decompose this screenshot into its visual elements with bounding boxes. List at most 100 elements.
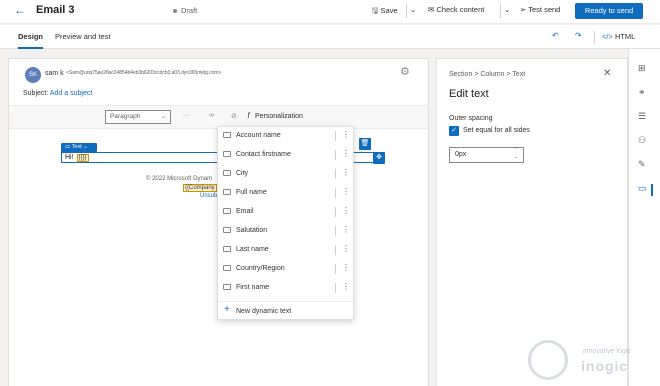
page-title: Email 3 bbox=[36, 4, 75, 16]
more-vertical-icon[interactable]: ⋮ bbox=[342, 263, 350, 272]
spacing-input[interactable]: 0px bbox=[449, 147, 524, 163]
divider bbox=[335, 283, 336, 293]
link-icon[interactable]: ∞ bbox=[209, 112, 214, 119]
text-block-chip[interactable]: ▭ Text ⌄ bbox=[61, 143, 97, 152]
list-item[interactable]: Country/Region ⋮ bbox=[218, 260, 355, 279]
divider bbox=[335, 169, 336, 179]
divider bbox=[335, 150, 336, 160]
list-item-label: First name bbox=[236, 284, 270, 291]
watermark-brand: inogic bbox=[581, 358, 629, 374]
undo-icon[interactable]: ↶ bbox=[552, 31, 559, 40]
list-item[interactable]: Account name ⋮ bbox=[218, 127, 355, 146]
close-icon[interactable]: ✕ bbox=[603, 68, 611, 79]
sender-email: <Sam@unq75ae28ac24854b4eb3b6203ccdcb3.a0… bbox=[66, 70, 222, 76]
more-vertical-icon[interactable]: ⋮ bbox=[342, 168, 350, 177]
code-icon: </> bbox=[602, 32, 615, 41]
check-content-chevron-icon[interactable]: ⌄ bbox=[504, 5, 510, 14]
save-button[interactable]: 🖫 Save bbox=[372, 5, 398, 18]
list-item[interactable]: Full name ⋮ bbox=[218, 184, 355, 203]
delete-icon[interactable]: 🗑 bbox=[359, 138, 371, 150]
list-item-label: Contact firstname bbox=[236, 151, 291, 158]
dynamic-token[interactable]: {{}} bbox=[76, 154, 89, 162]
divider bbox=[500, 4, 501, 18]
top-bar: ← Email 3 Draft 🖫 Save ⌄ ✉ Check content… bbox=[0, 0, 660, 24]
divider bbox=[335, 226, 336, 236]
list-item[interactable]: Last name ⋮ bbox=[218, 241, 355, 260]
more-vertical-icon[interactable]: ⋮ bbox=[342, 244, 350, 253]
breadcrumb[interactable]: Section > Column > Text bbox=[449, 71, 525, 78]
unlink-icon[interactable]: ⊘ bbox=[231, 112, 237, 120]
brush-icon[interactable]: ✎ bbox=[638, 159, 646, 170]
list-item-label: City bbox=[236, 170, 249, 177]
personalization-button[interactable]: Personalization bbox=[255, 113, 303, 120]
sender-name[interactable]: sam k bbox=[45, 70, 64, 77]
redo-icon[interactable]: ↷ bbox=[575, 31, 582, 40]
personalization-dropdown: Account name ⋮ Contact firstname ⋮ City ⋮ F… bbox=[217, 126, 355, 320]
more-vertical-icon[interactable]: ⋮ bbox=[342, 225, 350, 234]
field-icon bbox=[223, 170, 231, 176]
set-equal-checkbox[interactable]: ✓ bbox=[449, 126, 459, 136]
chevron-up-icon[interactable]: ⌃ bbox=[514, 147, 518, 154]
personalization-icon: ƒ bbox=[247, 112, 251, 119]
list-item-label: Last name bbox=[236, 246, 269, 253]
more-vertical-icon[interactable]: ⋮ bbox=[342, 206, 350, 215]
properties-panel: Section > Column > Text ✕ Edit text Oute… bbox=[436, 58, 628, 386]
spin-button[interactable]: ⌃ ⌄ bbox=[514, 147, 518, 161]
tab-preview[interactable]: Preview and test bbox=[55, 32, 110, 41]
hi-text: Hi! bbox=[65, 154, 74, 161]
more-icon[interactable]: ··· bbox=[183, 112, 190, 119]
list-item-label: Full name bbox=[236, 189, 267, 196]
divider bbox=[335, 207, 336, 217]
divider bbox=[335, 188, 336, 198]
list-item[interactable]: Contact firstname ⋮ bbox=[218, 146, 355, 165]
save-label: Save bbox=[380, 6, 398, 15]
set-equal-label[interactable]: Set equal for all sides bbox=[463, 127, 530, 134]
new-dynamic-text-button[interactable]: + New dynamic text bbox=[218, 301, 355, 320]
add-subject-link[interactable]: Add a subject bbox=[50, 90, 92, 97]
text-block-content[interactable]: Hi! {{}} bbox=[64, 154, 89, 162]
gear-icon[interactable]: ⚙ bbox=[400, 65, 410, 78]
divider bbox=[335, 264, 336, 274]
list-item[interactable]: First name ⋮ bbox=[218, 279, 355, 298]
tab-design[interactable]: Design bbox=[18, 32, 44, 49]
text-properties-icon[interactable]: ▭ bbox=[638, 183, 647, 194]
html-button[interactable]: </> HTML bbox=[602, 32, 635, 41]
active-indicator bbox=[651, 184, 653, 196]
status-text: Draft bbox=[181, 6, 198, 15]
more-vertical-icon[interactable]: ⋮ bbox=[342, 149, 350, 158]
chevron-down-icon: ⌄ bbox=[160, 114, 166, 120]
text-chip-icon: ▭ bbox=[65, 144, 72, 150]
more-vertical-icon[interactable]: ⋮ bbox=[342, 282, 350, 291]
list-item[interactable]: Salutation ⋮ bbox=[218, 222, 355, 241]
plus-icon: + bbox=[224, 304, 230, 315]
panel-title: Edit text bbox=[449, 88, 489, 100]
field-icon bbox=[223, 246, 231, 252]
checkmark-icon: ✓ bbox=[451, 127, 457, 134]
add-element-icon[interactable]: ⊞ bbox=[638, 63, 646, 74]
field-icon bbox=[223, 132, 231, 138]
check-content-button[interactable]: ✉ Check content bbox=[428, 5, 484, 14]
back-arrow-icon[interactable]: ← bbox=[14, 3, 26, 17]
subject-line: Subject: Add a subject bbox=[23, 90, 92, 97]
footer-copyright: © 2022 Microsoft Dynam bbox=[146, 176, 213, 182]
test-send-button[interactable]: ➢ Test send bbox=[520, 5, 560, 14]
watermark-tagline: innovative logic bbox=[583, 348, 631, 355]
list-item-label: Country/Region bbox=[236, 265, 285, 272]
footer-company-token: {{Company bbox=[183, 184, 217, 192]
right-rail: ⊞ ⚭ ☰ ⚇ ✎ ▭ bbox=[628, 49, 660, 386]
avatar: SK bbox=[25, 67, 41, 83]
send-icon: ➢ bbox=[520, 5, 529, 14]
more-vertical-icon[interactable]: ⋮ bbox=[342, 187, 350, 196]
status-dot-icon bbox=[173, 9, 177, 14]
save-dropdown-chevron-icon[interactable]: ⌄ bbox=[410, 5, 416, 14]
ready-to-send-button[interactable]: Ready to send bbox=[575, 3, 643, 19]
move-icon[interactable]: ✥ bbox=[373, 152, 385, 164]
branch-icon[interactable]: ⚭ bbox=[638, 87, 646, 98]
more-vertical-icon[interactable]: ⋮ bbox=[342, 130, 350, 139]
chevron-down-icon[interactable]: ⌄ bbox=[514, 154, 518, 161]
people-icon[interactable]: ⚇ bbox=[638, 135, 646, 146]
list-icon[interactable]: ☰ bbox=[638, 111, 646, 122]
paragraph-select[interactable]: Paragraph ⌄ bbox=[105, 110, 171, 124]
list-item[interactable]: City ⋮ bbox=[218, 165, 355, 184]
list-item[interactable]: Email ⋮ bbox=[218, 203, 355, 222]
